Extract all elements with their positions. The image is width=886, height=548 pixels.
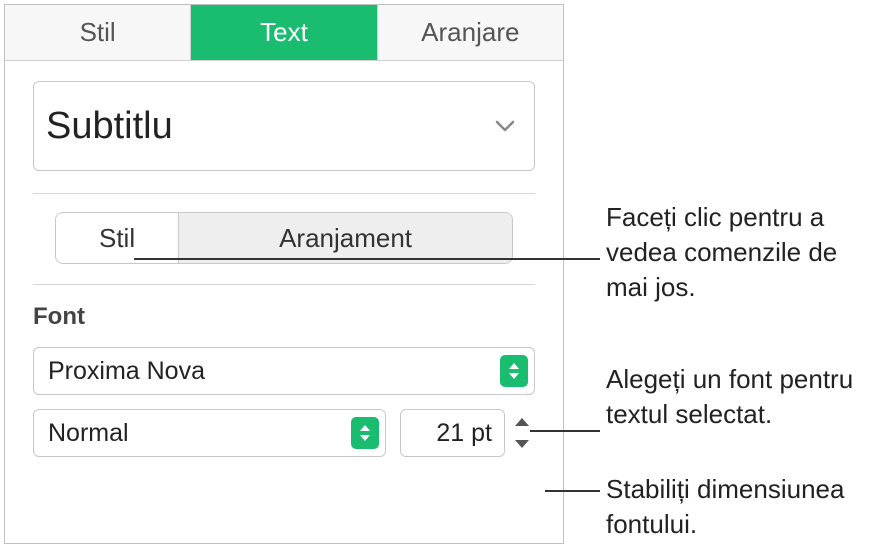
subtab-stil[interactable]: Stil bbox=[56, 213, 179, 263]
font-size-value: 21 pt bbox=[436, 419, 492, 448]
subtab-stil-label: Stil bbox=[99, 223, 135, 254]
font-family-popup[interactable]: Proxima Nova bbox=[33, 347, 535, 395]
stepper-down-button[interactable] bbox=[509, 433, 535, 455]
font-size-stepper bbox=[509, 409, 535, 457]
callout-text-3: Stabiliți dimensiunea fontului. bbox=[606, 472, 886, 542]
font-size-control: 21 pt bbox=[400, 409, 535, 457]
callout-text-1: Faceți clic pentru a vedea comenzile de … bbox=[606, 200, 886, 305]
callout-leader bbox=[134, 258, 600, 260]
callout-text-2: Alegeți un font pentru textul selectat. bbox=[606, 362, 886, 432]
updown-arrows-icon bbox=[500, 355, 528, 387]
tab-text[interactable]: Text bbox=[191, 5, 377, 60]
font-family-value: Proxima Nova bbox=[48, 357, 205, 386]
text-subtab-segmented: Stil Aranjament bbox=[55, 212, 513, 264]
tab-text-label: Text bbox=[260, 17, 308, 48]
subtab-aranjament[interactable]: Aranjament bbox=[179, 213, 512, 263]
font-style-popup[interactable]: Normal bbox=[33, 409, 386, 457]
format-inspector-panel: Stil Text Aranjare Subtitlu Stil Aranjam… bbox=[4, 4, 564, 544]
updown-arrows-icon bbox=[351, 417, 379, 449]
font-size-field[interactable]: 21 pt bbox=[400, 409, 505, 457]
divider bbox=[33, 284, 535, 285]
top-tab-bar: Stil Text Aranjare bbox=[5, 5, 563, 61]
divider bbox=[33, 193, 535, 194]
callouts-region: Faceți clic pentru a vedea comenzile de … bbox=[576, 0, 886, 548]
tab-stil-label: Stil bbox=[80, 17, 116, 48]
chevron-down-icon bbox=[494, 119, 516, 133]
font-section-label: Font bbox=[33, 303, 535, 331]
font-style-value: Normal bbox=[48, 419, 129, 448]
tab-aranjare-label: Aranjare bbox=[421, 17, 519, 48]
tab-aranjare[interactable]: Aranjare bbox=[378, 5, 563, 60]
paragraph-style-popup[interactable]: Subtitlu bbox=[33, 81, 535, 171]
tab-stil[interactable]: Stil bbox=[5, 5, 191, 60]
subtab-aranjament-label: Aranjament bbox=[279, 223, 412, 254]
paragraph-style-label: Subtitlu bbox=[46, 105, 173, 148]
